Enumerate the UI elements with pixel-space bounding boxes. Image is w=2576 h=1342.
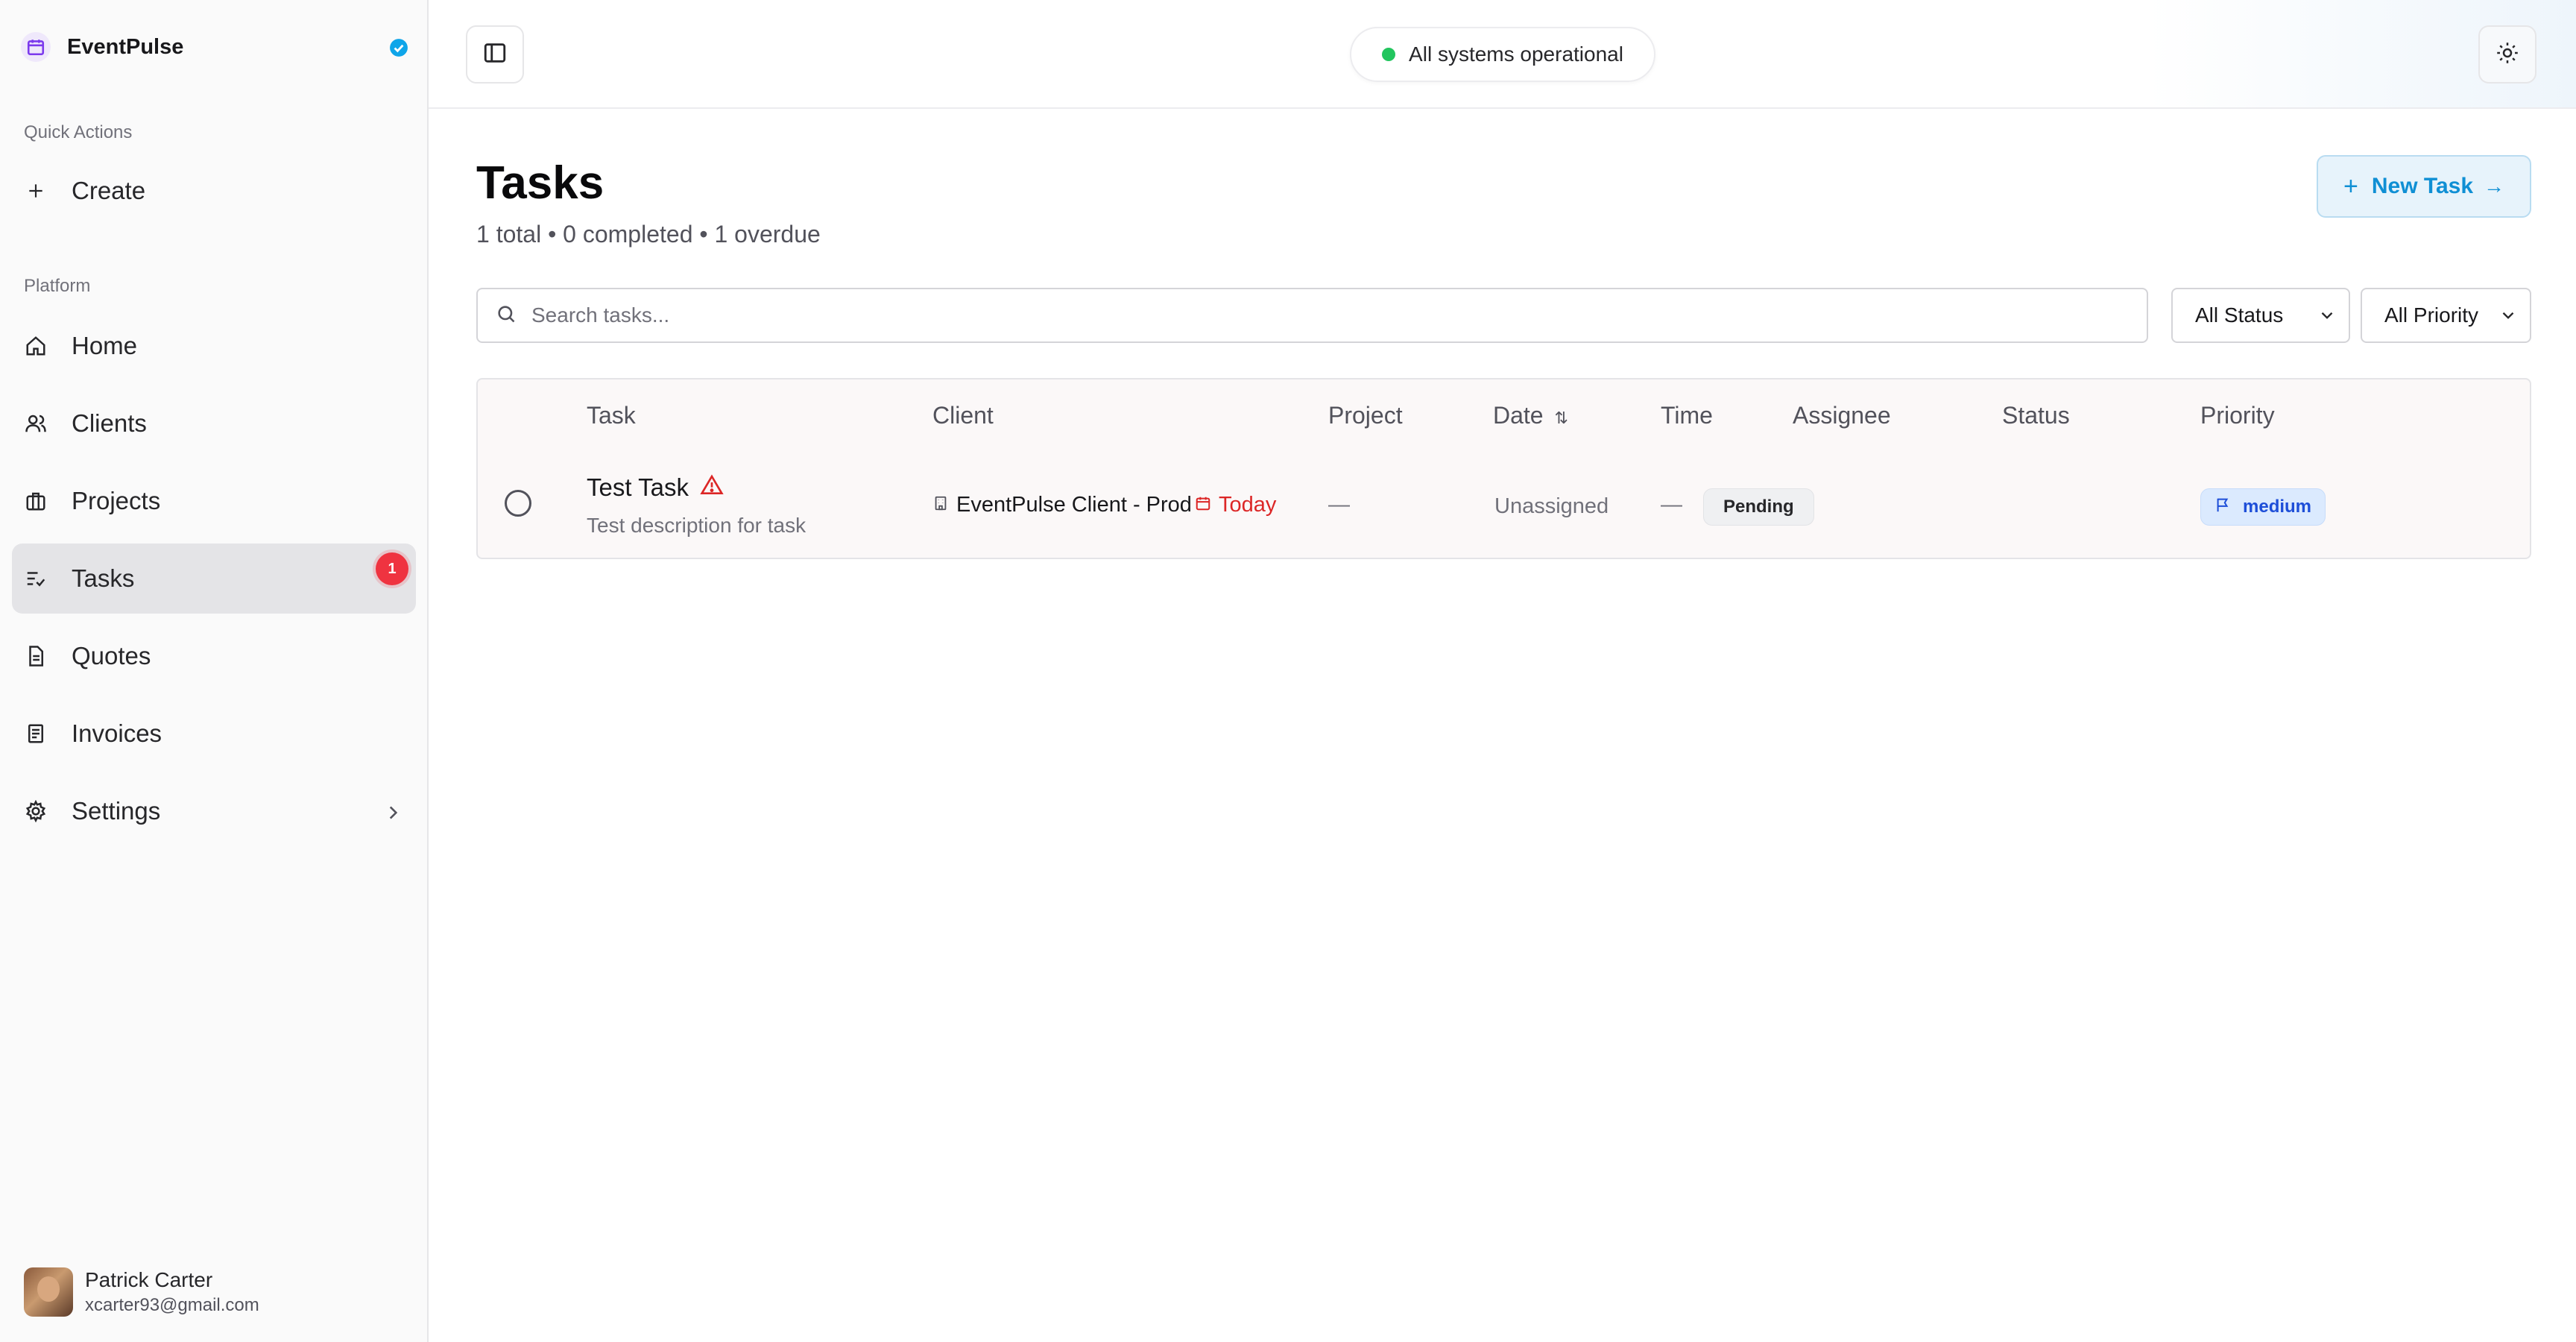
task-date: Today bbox=[1195, 493, 1276, 517]
quick-actions-label: Quick Actions bbox=[24, 122, 133, 142]
status-dot bbox=[1382, 48, 1396, 61]
column-header-time[interactable]: Time bbox=[1661, 402, 1713, 429]
overdue-warning-icon bbox=[700, 473, 724, 501]
user-profile[interactable]: Patrick Carter xcarter93@gmail.com bbox=[24, 1267, 259, 1317]
page-subtitle: 1 total • 0 completed • 1 overdue bbox=[476, 221, 821, 248]
sidebar-item-label: Invoices bbox=[72, 719, 162, 747]
status-badge[interactable]: Pending bbox=[1703, 488, 1814, 526]
app-name: EventPulse bbox=[67, 34, 184, 59]
column-header-assignee[interactable]: Assignee bbox=[1793, 402, 1891, 429]
create-button[interactable]: Create bbox=[12, 156, 416, 226]
column-header-task[interactable]: Task bbox=[587, 402, 636, 429]
user-email: xcarter93@gmail.com bbox=[85, 1295, 259, 1315]
gear-icon bbox=[24, 799, 48, 823]
new-task-button[interactable]: + New Task → bbox=[2317, 155, 2531, 218]
tasks-count-badge: 1 bbox=[376, 552, 408, 585]
plus-icon: + bbox=[2343, 171, 2358, 201]
sidebar-item-clients[interactable]: Clients bbox=[12, 388, 416, 459]
task-project: — bbox=[1328, 493, 1350, 517]
priority-badge[interactable]: medium bbox=[2200, 488, 2326, 526]
system-status-pill[interactable]: All systems operational bbox=[1350, 27, 1655, 82]
column-header-project[interactable]: Project bbox=[1328, 402, 1403, 429]
user-name: Patrick Carter bbox=[85, 1268, 213, 1291]
priority-filter-value: All Priority bbox=[2384, 303, 2479, 327]
status-filter-value: All Status bbox=[2195, 303, 2284, 327]
receipt-icon bbox=[24, 722, 48, 746]
sidebar: EventPulse Quick Actions Create Platform… bbox=[0, 0, 429, 1342]
column-header-status[interactable]: Status bbox=[2002, 402, 2070, 429]
topbar: All systems operational bbox=[429, 0, 2576, 109]
task-date-value: Today bbox=[1219, 493, 1277, 517]
task-time: — bbox=[1661, 493, 1682, 517]
sidebar-item-label: Projects bbox=[72, 487, 161, 514]
home-icon bbox=[24, 334, 48, 358]
sidebar-item-label: Quotes bbox=[72, 642, 151, 670]
status-filter-select[interactable]: All Status bbox=[2171, 288, 2350, 343]
sidebar-item-label: Tasks bbox=[72, 564, 135, 592]
chevron-down-icon bbox=[2317, 306, 2337, 330]
calendar-icon bbox=[1195, 493, 1211, 517]
priority-filter-select[interactable]: All Priority bbox=[2361, 288, 2531, 343]
brand-switcher[interactable]: EventPulse bbox=[21, 28, 408, 66]
sidebar-item-label: Settings bbox=[72, 797, 161, 825]
main-content: All systems operational Tasks 1 total • … bbox=[429, 0, 2576, 1342]
search-icon bbox=[496, 303, 517, 328]
system-status-text: All systems operational bbox=[1409, 42, 1623, 66]
sidebar-item-tasks[interactable]: Tasks 1 bbox=[12, 544, 416, 614]
column-header-priority[interactable]: Priority bbox=[2200, 402, 2275, 429]
task-description: Test description for task bbox=[587, 514, 806, 537]
task-assignee[interactable]: Unassigned bbox=[1494, 494, 1609, 519]
sidebar-toggle-button[interactable] bbox=[466, 25, 524, 84]
sidebar-item-settings[interactable]: Settings bbox=[12, 776, 416, 846]
task-client-name: EventPulse Client - Prod bbox=[956, 493, 1192, 517]
theme-toggle-button[interactable] bbox=[2478, 25, 2536, 84]
avatar bbox=[24, 1267, 73, 1317]
sidebar-item-quotes[interactable]: Quotes bbox=[12, 621, 416, 691]
search-input[interactable] bbox=[531, 303, 2097, 327]
priority-value: medium bbox=[2243, 497, 2312, 517]
chevron-down-icon bbox=[2498, 306, 2518, 330]
arrow-right-icon: → bbox=[2484, 174, 2505, 198]
column-header-date[interactable]: Date ⇅ bbox=[1493, 402, 1568, 429]
document-icon bbox=[24, 644, 48, 668]
tasks-table: Task Client Project Date ⇅ Time Assignee… bbox=[476, 378, 2531, 559]
create-label: Create bbox=[72, 177, 146, 204]
task-complete-checkbox[interactable] bbox=[505, 490, 531, 517]
new-task-label: New Task bbox=[2371, 174, 2474, 198]
platform-label: Platform bbox=[24, 276, 91, 296]
sidebar-item-home[interactable]: Home bbox=[12, 311, 416, 381]
building-icon bbox=[932, 493, 949, 517]
task-client[interactable]: EventPulse Client - Prod bbox=[932, 493, 1192, 517]
sidebar-item-label: Clients bbox=[72, 409, 147, 437]
column-header-client[interactable]: Client bbox=[932, 402, 994, 429]
page-title: Tasks bbox=[476, 157, 604, 209]
sidebar-item-projects[interactable]: Projects bbox=[12, 466, 416, 536]
flag-icon bbox=[2214, 497, 2231, 518]
plus-icon bbox=[24, 179, 48, 203]
chevron-right-icon bbox=[383, 800, 402, 828]
sort-icon: ⇅ bbox=[1554, 409, 1568, 427]
briefcase-icon bbox=[24, 489, 48, 513]
search-box[interactable] bbox=[476, 288, 2148, 343]
list-check-icon bbox=[24, 567, 48, 590]
sun-icon bbox=[2496, 42, 2519, 68]
sidebar-item-label: Home bbox=[72, 332, 138, 359]
calendar-logo-icon bbox=[21, 32, 51, 62]
sidebar-item-invoices[interactable]: Invoices bbox=[12, 699, 416, 769]
sidebar-panel-icon bbox=[482, 40, 508, 69]
column-header-date-label: Date bbox=[1493, 402, 1544, 429]
users-icon bbox=[24, 412, 48, 435]
verified-badge-icon bbox=[389, 38, 408, 61]
task-title[interactable]: Test Task bbox=[587, 473, 689, 502]
